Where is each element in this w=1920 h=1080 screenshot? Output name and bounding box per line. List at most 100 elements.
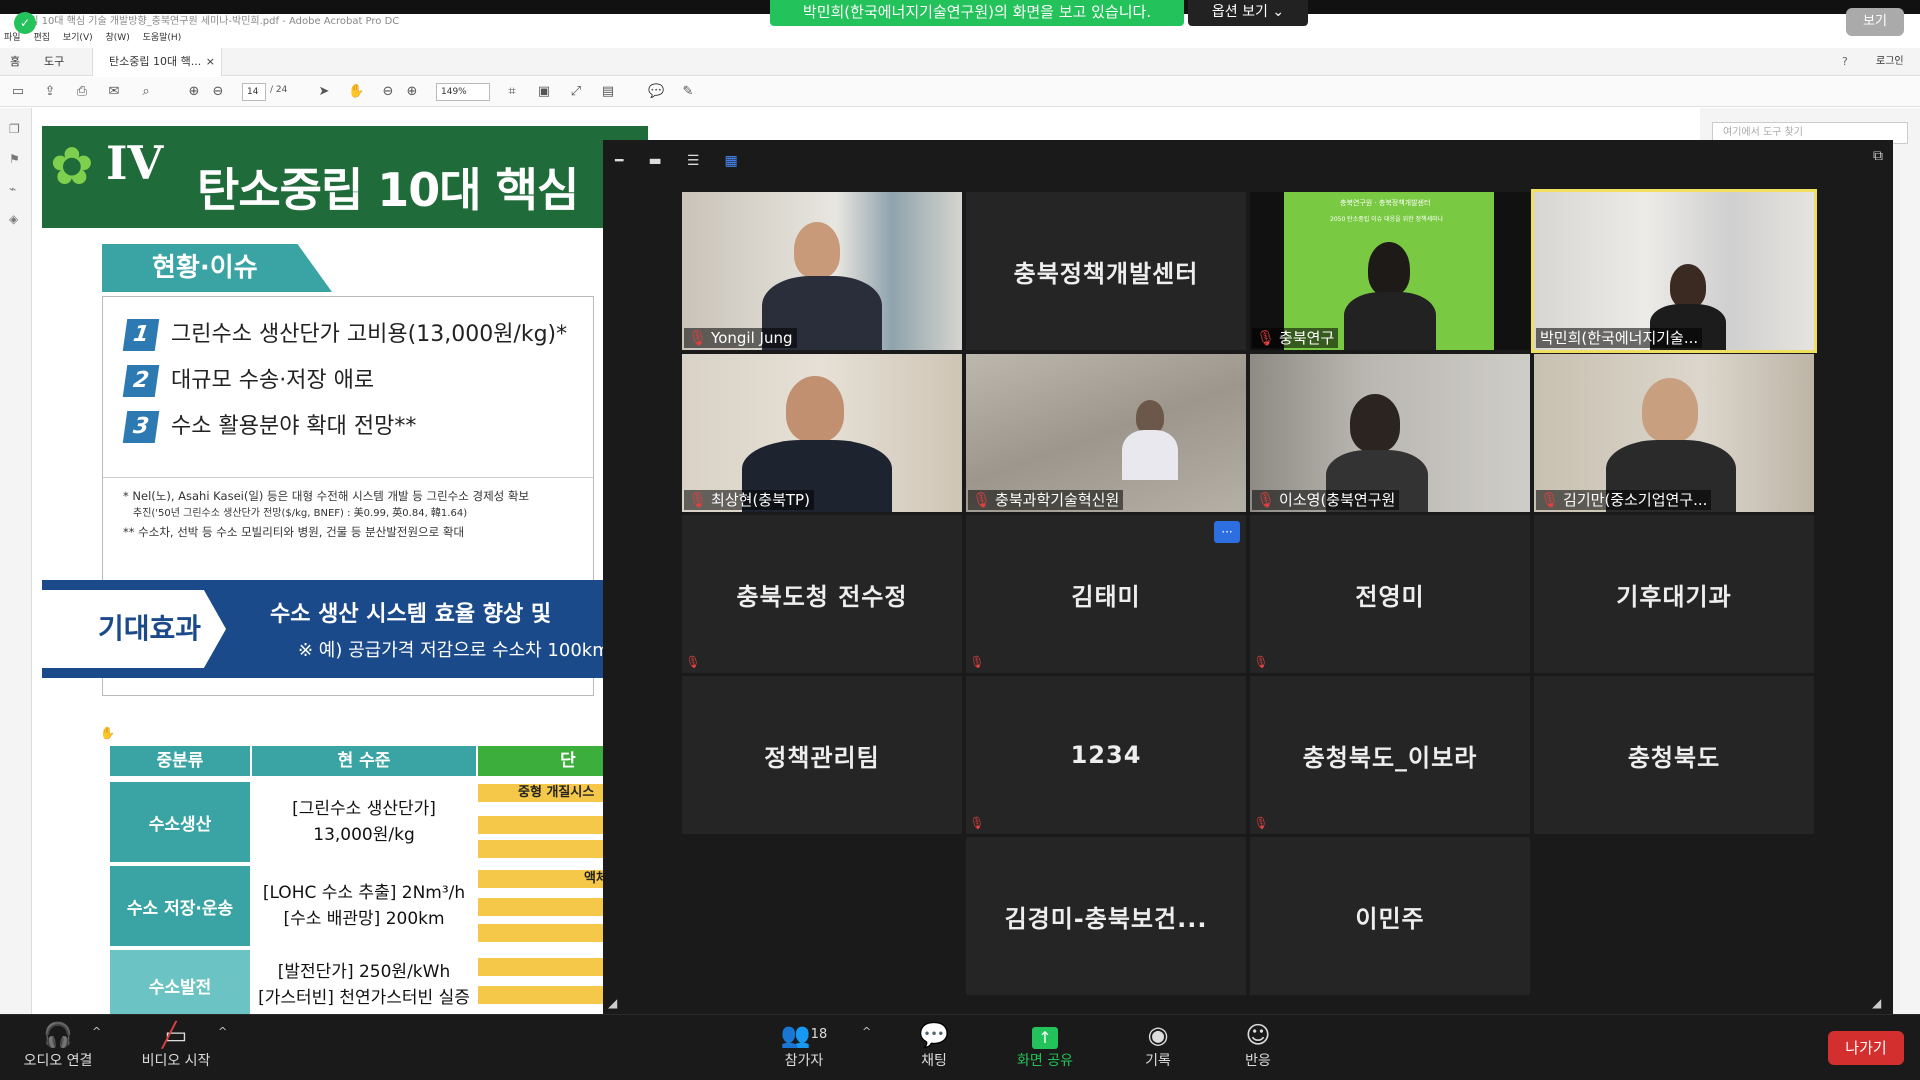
participant-tile[interactable]: 🎙 Yongil Jung <box>682 192 962 350</box>
tab-bar: 홈 도구 탄소중립 10대 핵... × ? 로그인 <box>0 48 1920 76</box>
fullscreen-icon[interactable]: ⤢ <box>568 84 584 100</box>
pages-icon[interactable]: ❐ <box>9 122 23 136</box>
fit-page-icon[interactable]: ⌗ <box>504 84 520 100</box>
record-button[interactable]: ◉ 기록 <box>1128 1019 1188 1079</box>
more-options-button[interactable]: ··· <box>1214 521 1240 543</box>
upload-icon[interactable]: ⇪ <box>42 84 58 100</box>
participant-tile-active-speaker[interactable]: 박민희(한국에너지기술... <box>1531 189 1817 353</box>
participant-tile[interactable]: 김경미-충북보건... <box>966 837 1246 995</box>
page-number-input[interactable]: 14 <box>242 83 266 101</box>
share-screen-label: 화면 공유 <box>1017 1053 1073 1069</box>
issue-number: 1 <box>122 319 160 351</box>
chevron-up-icon[interactable]: ^ <box>218 1025 227 1038</box>
participant-tile[interactable]: 🎙 충북과학기술혁신원 <box>966 354 1246 512</box>
participant-tile[interactable]: 🎙 이소영(충북연구원 <box>1250 354 1530 512</box>
select-arrow-icon[interactable]: ➤ <box>316 84 332 100</box>
layers-icon[interactable]: ◈ <box>9 212 23 226</box>
participants-count: 18 <box>810 1027 828 1042</box>
cell-line: [발전단가] 250원/kWh <box>277 962 451 982</box>
zoom-level-select[interactable]: 149% <box>436 83 490 101</box>
participant-tile[interactable]: 🎙 최상현(충북TP) <box>682 354 962 512</box>
cell-line: [그린수소 생산단가] <box>292 799 436 819</box>
help-icon[interactable]: ? <box>1842 48 1848 76</box>
participant-tile[interactable]: 전영미 🎙 <box>1250 515 1530 673</box>
hand-icon[interactable]: ✋ <box>348 84 364 100</box>
participant-tile[interactable]: 🎙 김기만(중소기업연구... <box>1534 354 1814 512</box>
gallery-view-icon[interactable]: ▦ <box>725 153 738 169</box>
mic-muted-icon: 🎙 <box>1253 655 1269 669</box>
tab-home[interactable]: 홈 <box>10 48 20 76</box>
chat-button[interactable]: 💬 채팅 <box>904 1019 964 1079</box>
mail-icon[interactable]: ✉ <box>106 84 122 100</box>
participants-button[interactable]: 👥18 참가자 <box>774 1019 834 1079</box>
save-icon[interactable]: ▭ <box>10 84 26 100</box>
page-up-icon[interactable]: ⊕ <box>186 84 202 100</box>
audio-button[interactable]: 🎧 오디오 연결 ^ <box>12 1019 104 1079</box>
read-mode-icon[interactable]: ▤ <box>600 84 616 100</box>
mic-muted-icon: 🎙 <box>1256 491 1276 509</box>
participant-tile[interactable]: 1234 🎙 <box>966 676 1246 834</box>
participant-tile[interactable]: 기후대기과 <box>1534 515 1814 673</box>
attachment-icon[interactable]: ⌁ <box>9 182 23 196</box>
zoom-out-icon[interactable]: ⊖ <box>380 84 396 100</box>
resize-handle-icon[interactable]: ◢ <box>1872 996 1881 1010</box>
participant-tile[interactable]: 정책관리팀 <box>682 676 962 834</box>
resize-handle-icon[interactable]: ◢ <box>608 996 617 1010</box>
view-options-button[interactable]: 옵션 보기 ⌄ <box>1188 0 1308 26</box>
effect-example: ※ 예) 공급가격 저감으로 수소차 100km <box>298 640 610 661</box>
scroll-mode-icon[interactable]: ▣ <box>536 84 552 100</box>
person-head <box>1642 378 1698 442</box>
view-button[interactable]: 보기 <box>1846 8 1904 36</box>
participant-name: 충청북도 <box>1627 743 1721 772</box>
mic-muted-icon: 🎙 <box>685 655 701 669</box>
menu-file[interactable]: 파일 <box>4 33 21 43</box>
cursor-hand-icon: ✋ <box>100 726 115 740</box>
strip-view-icon[interactable]: ☰ <box>687 153 700 169</box>
chevron-up-icon[interactable]: ^ <box>92 1025 101 1038</box>
left-sidebar: ❐ ⚑ ⌁ ◈ <box>0 108 32 1014</box>
participant-name-label: 🎙 이소영(충북연구원 <box>1252 490 1400 510</box>
record-label: 기록 <box>1145 1053 1171 1069</box>
share-screen-button[interactable]: ↑ 화면 공유 <box>1005 1019 1085 1079</box>
chevron-up-icon[interactable]: ^ <box>862 1025 871 1038</box>
minimize-icon[interactable]: ━ <box>615 153 623 169</box>
page-down-icon[interactable]: ⊖ <box>210 84 226 100</box>
participant-tile[interactable]: 충북정책개발센터 <box>966 192 1246 350</box>
participant-tile[interactable]: 충북도청 전수정 🎙 <box>682 515 962 673</box>
bookmark-icon[interactable]: ⚑ <box>9 152 23 166</box>
pen-icon[interactable]: ✎ <box>680 84 696 100</box>
participant-tile[interactable]: 충북연구원 · 충북정책개발센터 2050 탄소중립 이슈 대응을 위한 정책세… <box>1250 192 1530 350</box>
participant-tile[interactable]: 충청북도_이보라 🎙 <box>1250 676 1530 834</box>
leave-button[interactable]: 나가기 <box>1828 1031 1904 1065</box>
person-body <box>1344 292 1436 350</box>
menu-view[interactable]: 보기(V) <box>63 33 93 43</box>
participant-name: 충청북도_이보라 <box>1302 743 1478 772</box>
search-icon[interactable]: ⌕ <box>138 84 154 100</box>
close-icon[interactable]: × <box>206 48 215 76</box>
print-icon[interactable]: ⎙ <box>74 84 90 100</box>
video-background <box>966 354 1246 512</box>
reactions-button[interactable]: ☺ 반응 <box>1228 1019 1288 1079</box>
shield-check-icon[interactable]: ✓ <box>14 12 36 34</box>
video-label: 비디오 시작 <box>141 1053 211 1069</box>
video-button[interactable]: ▭ ╱ 비디오 시작 ^ <box>128 1019 228 1079</box>
participant-tile[interactable]: 김태미 🎙 <box>966 515 1246 673</box>
menu-help[interactable]: 도움말(H) <box>143 33 182 43</box>
person-head <box>1670 264 1706 308</box>
speaker-view-icon[interactable]: ▬ <box>649 153 662 169</box>
tab-document[interactable]: 탄소중립 10대 핵... × <box>92 48 222 76</box>
login-link[interactable]: 로그인 <box>1876 48 1904 76</box>
issue-number: 3 <box>122 411 160 443</box>
comment-icon[interactable]: 💬 <box>648 84 664 100</box>
participant-tile[interactable]: 이민주 <box>1250 837 1530 995</box>
backdrop-subtext: 2050 탄소중립 이슈 대응을 위한 정책세미나 <box>1330 216 1444 223</box>
tab-tools[interactable]: 도구 <box>44 48 64 76</box>
menu-edit[interactable]: 편집 <box>33 33 50 43</box>
zoom-in-icon[interactable]: ⊕ <box>404 84 420 100</box>
slide-header: ✿ IV 탄소중립 10대 핵심 <box>42 126 648 228</box>
menu-window[interactable]: 창(W) <box>106 33 130 43</box>
record-icon: ◉ <box>1147 1021 1169 1049</box>
mic-muted-icon: 🎙 <box>972 491 992 509</box>
exit-fullscreen-icon[interactable]: ⧉ <box>1873 148 1883 164</box>
participant-tile[interactable]: 충청북도 <box>1534 676 1814 834</box>
